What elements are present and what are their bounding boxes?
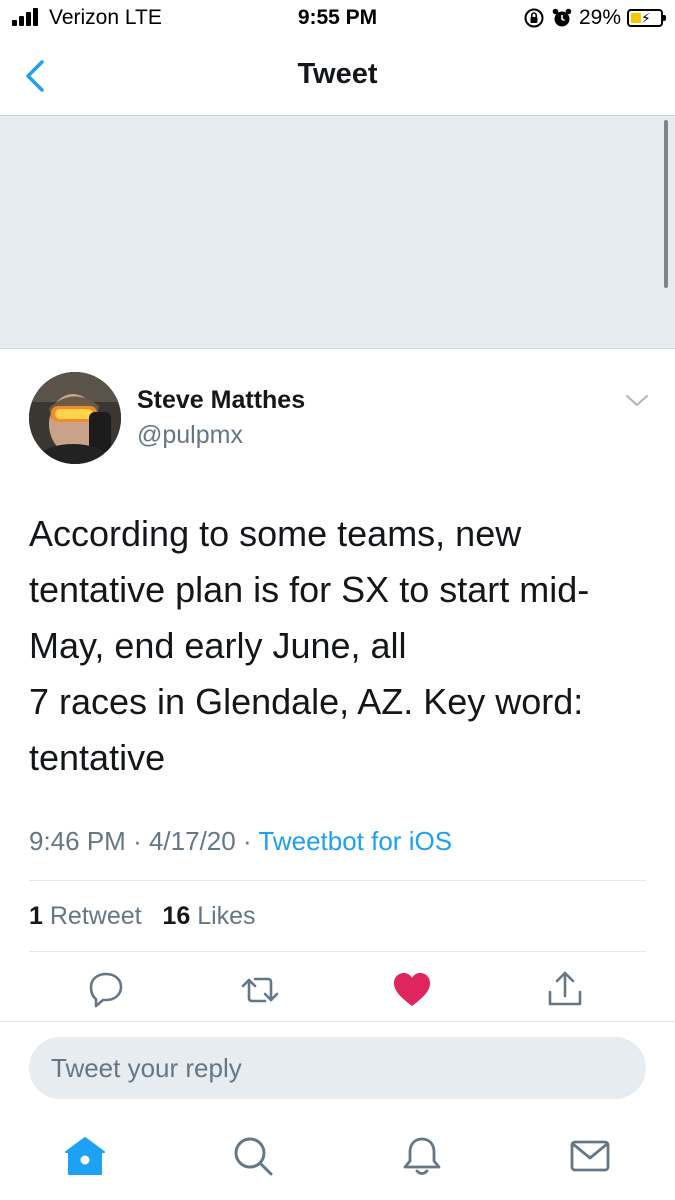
tweet-text-line: tentative plan is for SX to start mid- xyxy=(29,569,590,610)
status-icons: 29% ⚡ xyxy=(523,6,666,30)
avatar[interactable] xyxy=(29,372,121,464)
tweet-meta: 9:46 PM · 4/17/20 · Tweetbot for iOS xyxy=(29,826,452,857)
notifications-bell-icon[interactable] xyxy=(400,1134,444,1178)
tweet-actions xyxy=(0,968,675,1016)
scrollbar[interactable] xyxy=(664,120,668,288)
tweet-text: According to some teams, new tentative p… xyxy=(29,506,649,786)
home-icon[interactable] xyxy=(63,1134,107,1178)
retweets-stat[interactable]: 1 Retweet xyxy=(29,902,142,930)
tweet-text-line: tentative xyxy=(29,737,166,778)
tweet-date: 4/17/20 xyxy=(148,826,236,856)
retweet-count: 1 xyxy=(29,902,43,930)
page-title: Tweet xyxy=(297,58,378,90)
tweet-stats: 1 Retweet 16 Likes xyxy=(29,902,256,931)
battery-percent: 29% xyxy=(578,6,621,29)
meta-separator: · xyxy=(133,826,142,856)
battery-charging-icon: ⚡ xyxy=(627,9,666,27)
share-icon[interactable] xyxy=(545,968,585,1012)
reply-bar xyxy=(0,1021,675,1118)
orientation-lock-icon xyxy=(524,8,544,28)
media-placeholder xyxy=(0,116,675,349)
tweet-text-line: May, end early June, all xyxy=(29,625,407,666)
likes-stat[interactable]: 16 Likes xyxy=(162,902,255,930)
like-count: 16 xyxy=(162,902,191,930)
tweet-text-line: 7 races in Glendale, AZ. Key word: xyxy=(29,681,584,722)
divider xyxy=(29,880,646,881)
tab-bar xyxy=(0,1120,675,1200)
chevron-down-icon[interactable] xyxy=(624,390,650,410)
tweet-time: 9:46 PM xyxy=(29,826,126,856)
reply-input[interactable] xyxy=(29,1037,646,1099)
like-label: Likes xyxy=(197,902,256,930)
tweet-text-line: According to some teams, new xyxy=(29,513,522,554)
tweet-source-link[interactable]: Tweetbot for iOS xyxy=(258,826,452,856)
like-heart-icon[interactable] xyxy=(392,968,432,1012)
meta-separator: · xyxy=(242,826,252,856)
status-bar: Verizon LTE 9:55 PM 29% ⚡ xyxy=(0,0,675,38)
alarm-icon xyxy=(552,8,572,27)
divider xyxy=(29,951,646,952)
retweet-icon[interactable] xyxy=(240,968,280,1012)
author-name[interactable]: Steve Matthes xyxy=(137,386,305,415)
navigation-bar: Tweet xyxy=(0,38,675,116)
retweet-label: Retweet xyxy=(49,902,142,930)
messages-mail-icon[interactable] xyxy=(568,1134,612,1178)
search-icon[interactable] xyxy=(231,1134,275,1178)
author-handle[interactable]: @pulpmx xyxy=(137,421,243,450)
reply-icon[interactable] xyxy=(86,968,126,1012)
